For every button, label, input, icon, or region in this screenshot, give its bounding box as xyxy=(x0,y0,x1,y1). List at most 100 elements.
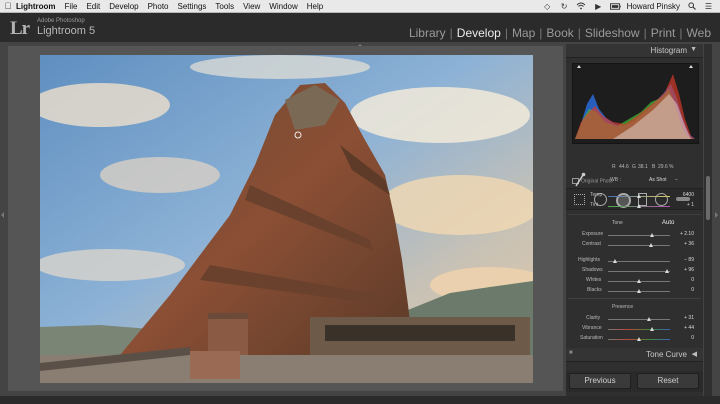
b-value: 29.6 xyxy=(658,164,668,170)
right-panel-toggle[interactable] xyxy=(715,212,718,218)
divider xyxy=(568,214,701,215)
search-icon[interactable] xyxy=(686,2,697,10)
vibrance-slider[interactable] xyxy=(608,329,670,330)
menu-app-name[interactable]: Lightroom xyxy=(16,2,56,11)
wifi-icon[interactable] xyxy=(576,2,587,10)
module-slideshow[interactable]: Slideshow xyxy=(582,26,643,40)
histogram-graph[interactable] xyxy=(572,63,699,144)
vibrance-label: Vibrance xyxy=(582,325,602,331)
apple-icon[interactable]:  xyxy=(0,1,16,11)
exposure-knob[interactable] xyxy=(650,233,654,237)
b-label: B xyxy=(652,164,656,170)
volume-icon[interactable]: ▶ xyxy=(593,2,604,11)
blacks-label: Blacks xyxy=(587,287,602,293)
menu-window[interactable]: Window xyxy=(269,2,297,11)
module-book[interactable]: Book xyxy=(543,26,576,40)
menu-edit[interactable]: Edit xyxy=(86,2,100,11)
menu-bar:  Lightroom File Edit Develop Photo Sett… xyxy=(0,0,720,13)
contrast-knob[interactable] xyxy=(649,243,653,247)
collapse-triangle-icon[interactable]: ▼ xyxy=(690,46,697,53)
saturation-label: Saturation xyxy=(580,335,603,341)
temp-label: Temp xyxy=(590,192,603,198)
clarity-value[interactable]: + 31 xyxy=(670,315,694,321)
histogram-header[interactable]: Histogram ▼ xyxy=(566,44,703,58)
module-picker: Library | Develop | Map | Book | Slideshow | … xyxy=(406,26,714,40)
photo-preview[interactable] xyxy=(40,55,533,383)
radial-filter-icon[interactable] xyxy=(655,193,668,206)
whites-knob[interactable] xyxy=(637,279,641,283)
user-name[interactable]: Howard Pinsky xyxy=(627,2,680,11)
whites-value[interactable]: 0 xyxy=(670,277,694,283)
presence-label: Presence xyxy=(612,304,634,310)
scrollbar-thumb[interactable] xyxy=(706,176,710,220)
eyedropper-icon[interactable] xyxy=(574,172,586,190)
lightroom-logo: Lr xyxy=(10,18,30,39)
shadows-label: Shadows xyxy=(582,267,603,273)
tint-label: Tint xyxy=(590,202,599,208)
wb-dropdown-icon[interactable]: – xyxy=(675,177,678,183)
expand-triangle-icon[interactable]: ◀ xyxy=(692,350,697,358)
left-panel-toggle[interactable] xyxy=(1,212,4,218)
shadows-knob[interactable] xyxy=(665,269,669,273)
module-map[interactable]: Map xyxy=(509,26,538,40)
highlights-value[interactable]: − 89 xyxy=(670,257,694,263)
percent-sign: % xyxy=(669,164,674,170)
auto-tone-button[interactable]: Auto xyxy=(662,220,674,226)
contrast-slider[interactable] xyxy=(608,245,670,246)
module-print[interactable]: Print xyxy=(648,26,679,40)
filmstrip-bar xyxy=(0,396,720,404)
contrast-value[interactable]: + 36 xyxy=(670,241,694,247)
histogram-title: Histogram xyxy=(650,46,687,55)
product-label: Lightroom 5 xyxy=(37,25,96,37)
contrast-label: Contrast xyxy=(582,241,601,247)
highlights-slider[interactable] xyxy=(608,261,670,262)
list-icon[interactable]: ☰ xyxy=(703,2,714,11)
tint-value[interactable]: + 1 xyxy=(670,202,694,208)
divider xyxy=(568,298,701,299)
exposure-slider[interactable] xyxy=(608,235,670,236)
wb-label: WB : xyxy=(610,177,621,183)
r-value: 44.6 xyxy=(619,164,629,170)
crop-icon[interactable] xyxy=(574,194,585,205)
shadows-value[interactable]: + 96 xyxy=(670,267,694,273)
blacks-value[interactable]: 0 xyxy=(670,287,694,293)
menu-view[interactable]: View xyxy=(243,2,260,11)
battery-icon[interactable] xyxy=(609,2,621,10)
saturation-value[interactable]: 0 xyxy=(670,335,694,341)
temp-value[interactable]: 6400 xyxy=(670,192,694,198)
module-develop[interactable]: Develop xyxy=(454,26,504,40)
menu-photo[interactable]: Photo xyxy=(148,2,169,11)
right-panel-scrollbar[interactable] xyxy=(704,44,712,396)
dropbox-icon[interactable]: ◇ xyxy=(542,2,553,11)
temp-knob[interactable] xyxy=(637,194,641,198)
clarity-label: Clarity xyxy=(586,315,601,321)
g-label: G xyxy=(632,164,636,170)
tint-knob[interactable] xyxy=(637,204,641,208)
menu-settings[interactable]: Settings xyxy=(178,2,207,11)
clarity-slider[interactable] xyxy=(608,319,670,320)
shadows-slider[interactable] xyxy=(608,271,670,272)
vibrance-knob[interactable] xyxy=(650,327,654,331)
exposure-label: Exposure xyxy=(582,231,604,237)
highlights-knob[interactable] xyxy=(613,259,617,263)
blacks-knob[interactable] xyxy=(637,289,641,293)
menu-tools[interactable]: Tools xyxy=(215,2,234,11)
wb-select[interactable]: As Shot xyxy=(649,177,667,183)
clarity-knob[interactable] xyxy=(647,317,651,321)
vibrance-value[interactable]: + 44 xyxy=(670,325,694,331)
panel-solo-icon[interactable]: ■ xyxy=(569,350,573,356)
develop-right-panel: Histogram ▼ R 44.6 G 38.1 B 29.6 % Origi… xyxy=(566,44,703,396)
previous-button[interactable]: Previous xyxy=(569,373,631,389)
module-web[interactable]: Web xyxy=(684,26,714,40)
exposure-value[interactable]: + 2.10 xyxy=(670,231,694,237)
menu-file[interactable]: File xyxy=(65,2,78,11)
menu-help[interactable]: Help xyxy=(307,2,323,11)
module-library[interactable]: Library xyxy=(406,26,449,40)
g-value: 38.1 xyxy=(638,164,648,170)
saturation-knob[interactable] xyxy=(637,337,641,341)
menu-develop[interactable]: Develop xyxy=(109,2,138,11)
sync-icon[interactable]: ↻ xyxy=(559,2,570,11)
reset-button[interactable]: Reset xyxy=(637,373,699,389)
r-label: R xyxy=(612,164,616,170)
tone-curve-header[interactable]: ■ Tone Curve ◀ xyxy=(566,348,703,362)
